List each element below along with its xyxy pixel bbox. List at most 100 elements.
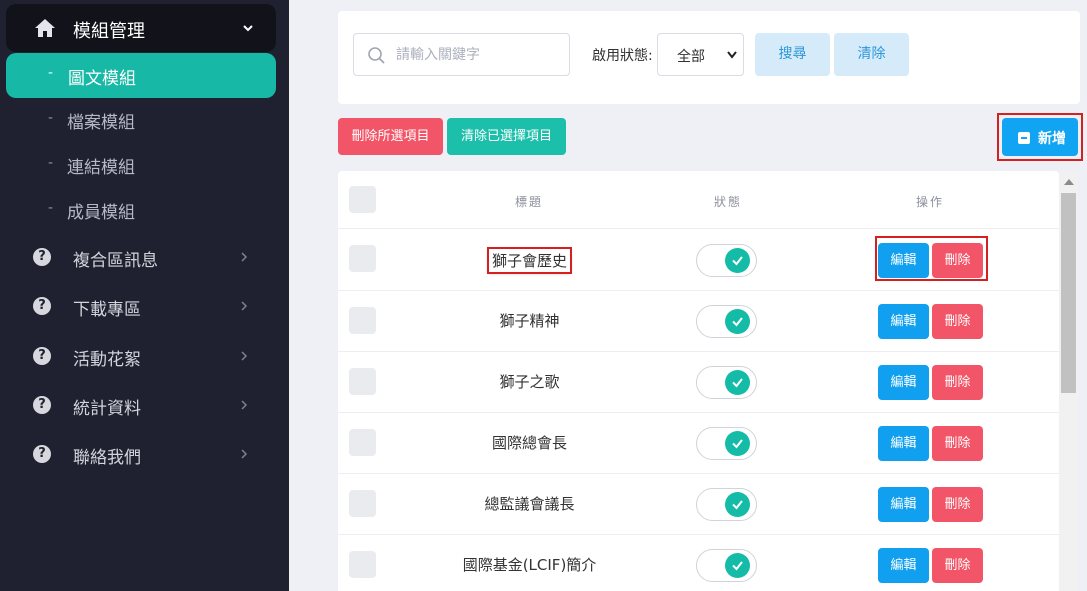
table-row: 獅子會歷史 編輯 刪除 (338, 230, 1059, 291)
sidebar-item-statistics[interactable]: ? 統計資料 (6, 383, 276, 427)
row-title-cell: 獅子會歷史 (338, 247, 721, 274)
toggle-knob (725, 553, 750, 578)
scroll-up-arrow-icon[interactable] (1064, 179, 1074, 185)
sidebar-item-label: 成員模組 (67, 203, 135, 223)
edit-button[interactable]: 編輯 (878, 304, 929, 339)
edit-button[interactable]: 編輯 (878, 548, 929, 583)
check-icon (732, 378, 743, 388)
menu-module-management[interactable]: 模組管理 (6, 4, 276, 52)
delete-button[interactable]: 刪除 (932, 243, 983, 278)
clear-selected-button[interactable]: 清除已選擇項目 (447, 118, 566, 155)
header-actions: 操作 (916, 195, 945, 209)
sidebar-item-label: 活動花絮 (73, 350, 141, 370)
sidebar-item-label: 統計資料 (73, 399, 141, 419)
vertical-scrollbar[interactable] (1059, 171, 1078, 591)
row-title: 獅子精神 (499, 312, 560, 330)
toggle-knob (725, 309, 750, 334)
search-input[interactable] (396, 43, 561, 67)
add-button-label: 新增 (1038, 131, 1066, 147)
sidebar-item-label: 圖文模組 (68, 69, 136, 89)
check-icon (732, 561, 743, 571)
header-status: 狀態 (714, 195, 743, 209)
table-row: 國際總會長 編輯 刪除 (338, 413, 1059, 474)
table-header: 標題 狀態 操作 (338, 171, 1059, 229)
chevron-right-icon (241, 252, 248, 262)
row-title: 國際總會長 (491, 434, 567, 452)
question-circle-icon: ? (33, 297, 51, 315)
add-button[interactable]: 新增 (1002, 118, 1078, 156)
chevron-right-icon (241, 351, 248, 361)
search-button[interactable]: 搜尋 (755, 33, 830, 76)
table-row: 總監議會議長 編輯 刪除 (338, 474, 1059, 535)
status-select-value: 全部 (677, 49, 705, 65)
data-table: 標題 狀態 操作 獅子會歷史 編輯 刪除 獅子精神 編輯 刪除 獅子之歌 編輯 … (338, 171, 1059, 591)
question-circle-icon: ? (33, 248, 51, 266)
table-row: 國際基金(LCIF)簡介 編輯 刪除 (338, 535, 1059, 591)
delete-selected-button[interactable]: 刪除所選項目 (338, 118, 443, 155)
check-icon (732, 317, 743, 327)
edit-button[interactable]: 編輯 (878, 243, 929, 278)
delete-button[interactable]: 刪除 (932, 487, 983, 522)
sub-item-dash: - (48, 65, 54, 81)
status-select[interactable]: 全部 (657, 33, 744, 76)
edit-button[interactable]: 編輯 (878, 365, 929, 400)
row-title: 獅子之歌 (499, 373, 560, 391)
sidebar-item-label: 聯絡我們 (73, 448, 141, 468)
status-toggle[interactable] (696, 244, 757, 277)
chevron-right-icon (241, 301, 248, 311)
add-icon (1018, 132, 1030, 144)
table-row: 獅子精神 編輯 刪除 (338, 291, 1059, 352)
check-icon (732, 256, 743, 266)
add-button-highlight: 新增 (997, 113, 1083, 161)
status-toggle[interactable] (696, 549, 757, 582)
check-icon (732, 500, 743, 510)
sidebar-item-contact-us[interactable]: ? 聯絡我們 (6, 432, 276, 476)
sidebar-item-downloads[interactable]: ? 下載專區 (6, 284, 276, 328)
sidebar-item-label: 檔案模組 (67, 113, 135, 133)
sidebar-item-label: 下載專區 (73, 300, 141, 320)
delete-button[interactable]: 刪除 (932, 304, 983, 339)
status-toggle[interactable] (696, 427, 757, 460)
chevron-down-icon (727, 51, 737, 59)
chevron-right-icon (241, 449, 248, 459)
header-title: 標題 (515, 195, 544, 209)
search-box (353, 33, 570, 76)
edit-button[interactable]: 編輯 (878, 487, 929, 522)
menu-module-management-label: 模組管理 (73, 21, 145, 42)
row-title-cell: 國際基金(LCIF)簡介 (338, 554, 721, 575)
sidebar-item-label: 連結模組 (67, 158, 135, 178)
chevron-right-icon (241, 400, 248, 410)
status-filter-label: 啟用狀態: (592, 48, 653, 64)
search-panel: 啟用狀態: 全部 搜尋 清除 (338, 11, 1080, 104)
sub-item-dash: - (48, 200, 54, 216)
sidebar-item-composite-info[interactable]: ? 複合區訊息 (6, 235, 276, 279)
status-toggle[interactable] (696, 366, 757, 399)
sidebar-item-graphic-module[interactable]: - 圖文模組 (6, 53, 276, 98)
table-row: 獅子之歌 編輯 刪除 (338, 352, 1059, 413)
toggle-knob (725, 492, 750, 517)
sidebar-item-file-module[interactable]: - 檔案模組 (6, 100, 276, 140)
delete-button[interactable]: 刪除 (932, 548, 983, 583)
scrollbar-thumb[interactable] (1061, 193, 1076, 393)
delete-button[interactable]: 刪除 (932, 426, 983, 461)
sidebar-item-link-module[interactable]: - 連結模組 (6, 145, 276, 185)
sub-item-dash: - (48, 155, 54, 171)
row-title-cell: 獅子精神 (338, 310, 721, 331)
row-title: 總監議會議長 (484, 495, 575, 513)
edit-button[interactable]: 編輯 (878, 426, 929, 461)
question-circle-icon: ? (33, 347, 51, 365)
row-title-cell: 獅子之歌 (338, 371, 721, 392)
question-circle-icon: ? (33, 445, 51, 463)
sidebar-item-activity-highlights[interactable]: ? 活動花絮 (6, 334, 276, 378)
clear-button[interactable]: 清除 (834, 33, 909, 76)
row-title: 國際基金(LCIF)簡介 (462, 556, 597, 574)
sidebar-item-member-module[interactable]: - 成員模組 (6, 190, 276, 230)
select-all-checkbox[interactable] (349, 186, 376, 213)
delete-button[interactable]: 刪除 (932, 365, 983, 400)
row-title-cell: 總監議會議長 (338, 493, 721, 514)
status-toggle[interactable] (696, 305, 757, 338)
toggle-knob (725, 370, 750, 395)
chevron-down-icon (243, 25, 253, 32)
sidebar-item-label: 複合區訊息 (73, 251, 158, 271)
status-toggle[interactable] (696, 488, 757, 521)
